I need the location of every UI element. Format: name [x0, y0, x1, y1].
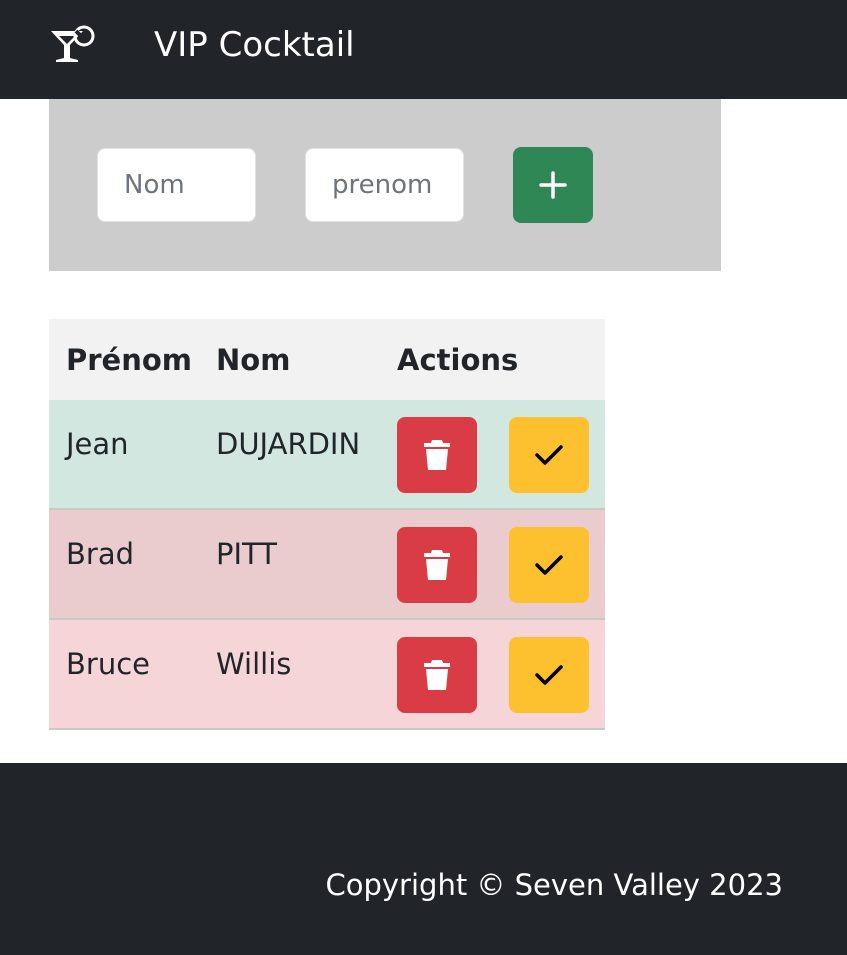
footer: Copyright © Seven Valley 2023: [0, 763, 847, 955]
trash-icon: [424, 550, 450, 580]
delete-button[interactable]: [397, 417, 477, 493]
confirm-button[interactable]: [509, 527, 589, 603]
delete-button[interactable]: [397, 637, 477, 713]
add-guest-button[interactable]: [513, 147, 593, 223]
column-header-nom: Nom: [216, 343, 291, 377]
table-header: Prénom Nom Actions: [49, 319, 605, 400]
cell-nom: DUJARDIN: [216, 427, 361, 461]
table-row: Bruce Willis: [49, 620, 605, 730]
confirm-button[interactable]: [509, 637, 589, 713]
plus-icon: [539, 171, 567, 199]
nom-input[interactable]: [97, 148, 256, 222]
cell-nom: PITT: [216, 537, 277, 571]
check-icon: [535, 665, 563, 685]
app-title[interactable]: VIP Cocktail: [154, 22, 355, 68]
copyright-text: Copyright © Seven Valley 2023: [325, 868, 784, 902]
cell-nom: Willis: [216, 647, 292, 681]
check-icon: [535, 555, 563, 575]
add-guest-form: [49, 99, 721, 271]
cocktail-glass-icon[interactable]: [49, 24, 97, 66]
navbar: VIP Cocktail: [0, 0, 847, 99]
trash-icon: [424, 440, 450, 470]
confirm-button[interactable]: [509, 417, 589, 493]
cell-prenom: Bruce: [66, 647, 150, 681]
delete-button[interactable]: [397, 527, 477, 603]
table-row: Jean DUJARDIN: [49, 400, 605, 510]
cell-prenom: Brad: [66, 537, 134, 571]
trash-icon: [424, 660, 450, 690]
guests-table: Prénom Nom Actions Jean DUJARDIN Brad PI…: [49, 319, 605, 730]
column-header-actions: Actions: [397, 343, 519, 377]
check-icon: [535, 445, 563, 465]
prenom-input[interactable]: [305, 148, 464, 222]
column-header-prenom: Prénom: [66, 343, 193, 377]
table-row: Brad PITT: [49, 510, 605, 620]
cell-prenom: Jean: [66, 427, 129, 461]
